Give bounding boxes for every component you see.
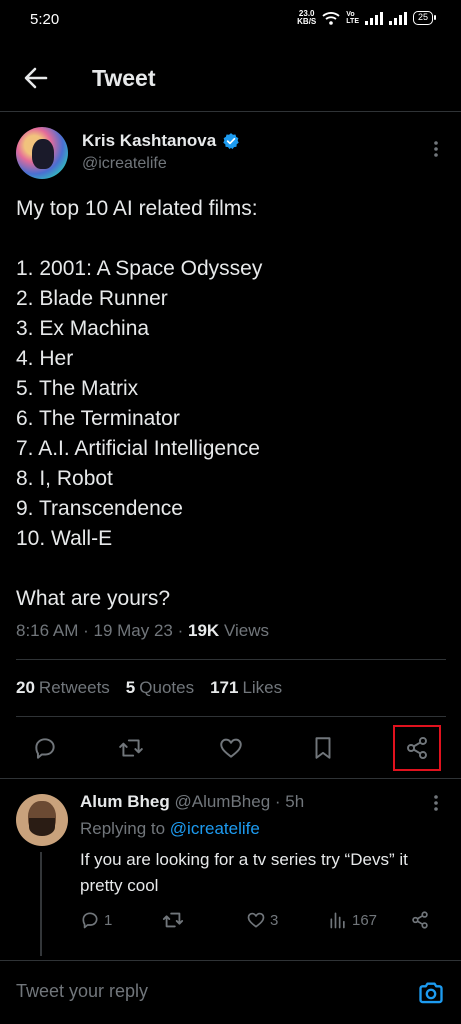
tweet-stats: 20 Retweets 5 Quotes 171 Likes	[16, 678, 282, 698]
divider	[16, 716, 446, 717]
views-count[interactable]: 19K	[188, 621, 219, 640]
tweet-line: What are yours?	[16, 587, 171, 610]
bookmark-button[interactable]	[303, 728, 343, 768]
reply-like-button[interactable]: 3	[246, 908, 278, 932]
retweets-label: Retweets	[38, 678, 110, 697]
retweet-icon	[119, 739, 143, 757]
views-icon	[330, 912, 345, 929]
reply-author-name[interactable]: Alum Bheg	[80, 792, 170, 811]
tweet-line: 6. The Terminator	[16, 407, 180, 430]
tweet-line	[16, 224, 446, 254]
tweet-text: My top 10 AI related films: 1. 2001: A S…	[16, 194, 446, 614]
reply-text: If you are looking for a tv series try “…	[80, 850, 408, 895]
like-icon	[247, 912, 265, 928]
bookmark-icon	[315, 737, 331, 759]
reply-reply-button[interactable]: 1	[80, 908, 112, 932]
share-button[interactable]	[393, 725, 441, 771]
network-speed: 23.0 KB/S	[297, 10, 316, 26]
status-bar: 5:20 23.0 KB/S Vo LTE 25	[0, 0, 461, 40]
tweet-line: My top 10 AI related films:	[16, 197, 258, 220]
tweet-line: 3. Ex Machina	[16, 317, 150, 340]
more-vertical-icon[interactable]	[426, 793, 446, 813]
reply-button[interactable]	[25, 728, 65, 768]
tweet-time: 8:16 AM	[16, 621, 79, 640]
share-icon	[407, 736, 427, 760]
reply-composer	[0, 960, 461, 1024]
retweets-stat[interactable]: 20 Retweets	[16, 678, 110, 698]
status-icons: 23.0 KB/S Vo LTE 25	[297, 10, 437, 26]
tweet-line: 9. Transcendence	[16, 497, 183, 520]
tweet-line: 10. Wall-E	[16, 527, 113, 550]
network-speed-unit: KB/S	[297, 17, 317, 26]
camera-icon[interactable]	[417, 979, 445, 1007]
reply-share-button[interactable]	[410, 908, 430, 932]
page-title: Tweet	[92, 65, 156, 91]
quotes-label: Quotes	[139, 678, 195, 697]
wifi-icon	[322, 12, 340, 25]
tweet-meta: 8:16 AM · 19 May 23 · 19K Views	[16, 621, 269, 640]
reply-like-count: 3	[270, 911, 279, 929]
retweet-button[interactable]	[111, 728, 151, 768]
reply-reply-count: 1	[104, 911, 113, 929]
volte-indicator: Vo LTE	[346, 11, 359, 25]
reply-icon	[82, 912, 98, 929]
tweet-line: 1. 2001: A Space Odyssey	[16, 257, 263, 280]
likes-label: Likes	[242, 678, 283, 697]
author-name-row[interactable]: Kris Kashtanova	[82, 131, 240, 151]
tweet-line: 4. Her	[16, 347, 74, 370]
signal-icon-1	[364, 11, 383, 25]
replying-label: Replying to	[80, 819, 166, 838]
retweet-icon	[162, 912, 184, 928]
thread-line	[40, 852, 42, 956]
quotes-stat[interactable]: 5 Quotes	[126, 678, 194, 698]
status-time: 5:20	[30, 11, 60, 28]
replying-handle-link[interactable]: @icreatelife	[170, 819, 260, 838]
reply-icon	[35, 738, 55, 759]
reply-views-button[interactable]: 167	[328, 908, 377, 932]
retweets-count: 20	[16, 678, 35, 697]
reply-author-handle[interactable]: @AlumBheg	[174, 792, 270, 811]
like-icon	[220, 738, 242, 758]
quotes-count: 5	[125, 678, 136, 697]
tweet-actions	[0, 725, 461, 771]
arrow-left-icon[interactable]	[20, 62, 52, 94]
top-bar: Tweet	[0, 44, 461, 112]
battery-icon: 25	[412, 11, 437, 25]
reply-retweet-button[interactable]	[162, 908, 188, 932]
likes-stat[interactable]: 171 Likes	[210, 678, 282, 698]
tweet-line: 2. Blade Runner	[16, 287, 168, 310]
likes-count: 171	[210, 678, 239, 697]
tweet-line: 7. A.I. Artificial Intelligence	[16, 437, 260, 460]
reply-view-count: 167	[352, 911, 378, 929]
reply-header: Alum Bheg @AlumBheg · 5h	[80, 792, 305, 811]
tweet-date: 19 May 23	[93, 621, 173, 640]
reply-time: 5h	[285, 792, 305, 811]
author-avatar[interactable]	[16, 127, 68, 179]
reply-input[interactable]	[16, 981, 386, 1002]
reply-actions: 1 3 167	[0, 908, 461, 932]
tweet-line: 8. I, Robot	[16, 467, 113, 490]
author-handle[interactable]: @icreatelife	[82, 155, 167, 173]
volte-top: Vo	[346, 11, 355, 18]
volte-bottom: LTE	[346, 18, 359, 25]
verified-badge-icon	[223, 133, 239, 150]
divider	[16, 659, 446, 660]
like-button[interactable]	[211, 728, 251, 768]
share-icon	[412, 911, 428, 929]
signal-icon-2	[388, 11, 407, 25]
replying-to: Replying to @icreatelife	[80, 819, 260, 839]
author-name[interactable]: Kris Kashtanova	[82, 131, 216, 151]
reply-author-avatar[interactable]	[16, 794, 68, 846]
divider	[0, 778, 461, 779]
more-vertical-icon[interactable]	[426, 139, 446, 159]
tweet-line: 5. The Matrix	[16, 377, 139, 400]
tweet-line	[16, 554, 446, 584]
views-label[interactable]: Views	[224, 621, 269, 640]
